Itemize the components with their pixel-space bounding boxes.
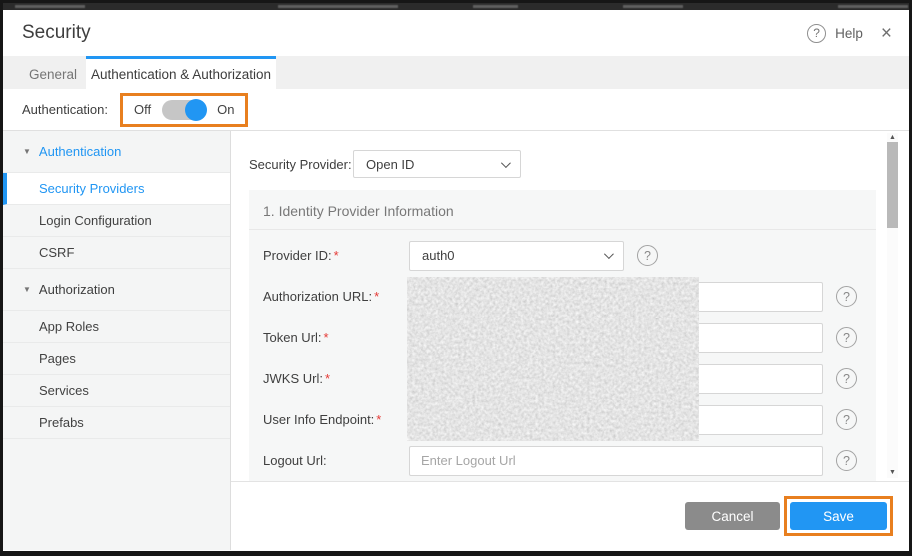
dialog-title: Security [22, 22, 91, 44]
field-help-icon[interactable]: ? [836, 286, 857, 307]
field-label: Authorization URL:* [263, 289, 409, 304]
field-help-icon[interactable]: ? [836, 368, 857, 389]
required-asterisk: * [334, 248, 339, 263]
background-artifact [278, 5, 398, 8]
identity-provider-section: 1. Identity Provider Information Provide… [249, 190, 876, 482]
field-help-icon[interactable]: ? [637, 245, 658, 266]
chevron-down-icon [604, 249, 614, 259]
background-artifact [473, 5, 518, 8]
settings-scroll-area: Security Provider: Open ID 1. Identity P… [231, 131, 909, 481]
field-label: Token Url:* [263, 330, 409, 345]
sidebar-item-app-roles[interactable]: App Roles [3, 311, 230, 343]
field-row-jwks-url: JWKS Url:*? [263, 358, 862, 399]
select-value: auth0 [422, 248, 455, 263]
required-asterisk: * [325, 371, 330, 386]
field-row-token-url: Token Url:*? [263, 317, 862, 358]
field-help-icon[interactable]: ? [836, 327, 857, 348]
field-label-text: Provider ID: [263, 248, 332, 263]
toggle-off-label: Off [134, 102, 151, 117]
security-dialog: Security ? Help × GeneralAuthentication … [0, 0, 912, 556]
field-label-text: User Info Endpoint: [263, 412, 374, 427]
background-app-strip [3, 3, 909, 10]
toggle-on-label: On [217, 102, 234, 117]
collapse-icon: ▼ [23, 285, 31, 294]
scrollbar[interactable]: ▲ ▼ [887, 133, 898, 478]
tab-general[interactable]: General [20, 56, 86, 89]
field-label-text: Authorization URL: [263, 289, 372, 304]
security-provider-select[interactable]: Open ID [353, 150, 521, 178]
dialog-header: Security ? Help × [3, 10, 909, 56]
field-label: User Info Endpoint:* [263, 412, 409, 427]
provider-id-select[interactable]: auth0 [409, 241, 624, 271]
sidebar-item-login-configuration[interactable]: Login Configuration [3, 205, 230, 237]
field-label-text: Logout Url: [263, 453, 327, 468]
security-provider-label: Security Provider: [249, 157, 353, 172]
scroll-thumb[interactable] [887, 142, 898, 228]
authentication-toggle-row: Authentication: Off On [3, 89, 909, 131]
dialog-footer: Cancel Save [231, 481, 909, 550]
token-url-input[interactable] [409, 323, 823, 353]
sidebar-item-security-providers[interactable]: Security Providers [3, 173, 230, 205]
save-button[interactable]: Save [790, 502, 887, 530]
field-row-logout-url: Logout Url:? [263, 440, 862, 481]
field-label: Provider ID:* [263, 248, 409, 263]
toggle-knob [185, 99, 207, 121]
required-asterisk: * [374, 289, 379, 304]
sidebar-item-services[interactable]: Services [3, 375, 230, 407]
sidebar-item-pages[interactable]: Pages [3, 343, 230, 375]
field-help-icon[interactable]: ? [836, 450, 857, 471]
jwks-url-input[interactable] [409, 364, 823, 394]
sidebar-group-authentication[interactable]: ▼ Authentication [3, 131, 230, 173]
scroll-down-icon[interactable]: ▼ [887, 468, 898, 478]
field-row-user-info-endpoint: User Info Endpoint:*? [263, 399, 862, 440]
required-asterisk: * [324, 330, 329, 345]
user-info-endpoint-input[interactable] [409, 405, 823, 435]
security-provider-value: Open ID [366, 157, 414, 172]
field-label: JWKS Url:* [263, 371, 409, 386]
tab-bar: GeneralAuthentication & Authorization [3, 56, 909, 89]
authorization-url-input[interactable] [409, 282, 823, 312]
highlight-box-toggle: Off On [120, 93, 248, 127]
sidebar-item-csrf[interactable]: CSRF [3, 237, 230, 269]
section-title: 1. Identity Provider Information [249, 190, 876, 230]
background-artifact [623, 5, 683, 8]
tab-authentication-authorization[interactable]: Authentication & Authorization [86, 56, 276, 89]
field-row-provider-id: Provider ID:* auth0? [263, 235, 862, 276]
close-icon[interactable]: × [881, 24, 892, 43]
sidebar: ▼ Authentication Security ProvidersLogin C… [3, 131, 231, 550]
field-label-text: Token Url: [263, 330, 322, 345]
collapse-icon: ▼ [23, 147, 31, 156]
field-label-text: JWKS Url: [263, 371, 323, 386]
field-help-icon[interactable]: ? [836, 409, 857, 430]
sidebar-group-authorization[interactable]: ▼ Authorization [3, 269, 230, 311]
required-asterisk: * [376, 412, 381, 427]
background-artifact [838, 5, 908, 8]
sidebar-group-label: Authorization [39, 282, 115, 297]
sidebar-group-label: Authentication [39, 144, 121, 159]
security-provider-row: Security Provider: Open ID [249, 150, 521, 178]
chevron-down-icon [501, 158, 511, 168]
field-label: Logout Url: [263, 453, 409, 468]
cancel-button[interactable]: Cancel [685, 502, 780, 530]
help-icon[interactable]: ? [807, 24, 826, 43]
authentication-toggle[interactable] [162, 100, 206, 120]
authentication-label: Authentication: [22, 102, 108, 117]
help-link[interactable]: Help [835, 26, 863, 41]
field-row-authorization-url: Authorization URL:*? [263, 276, 862, 317]
sidebar-item-prefabs[interactable]: Prefabs [3, 407, 230, 439]
logout-url-input[interactable] [409, 446, 823, 476]
highlight-box-save: Save [784, 496, 893, 536]
background-artifact [15, 5, 85, 8]
